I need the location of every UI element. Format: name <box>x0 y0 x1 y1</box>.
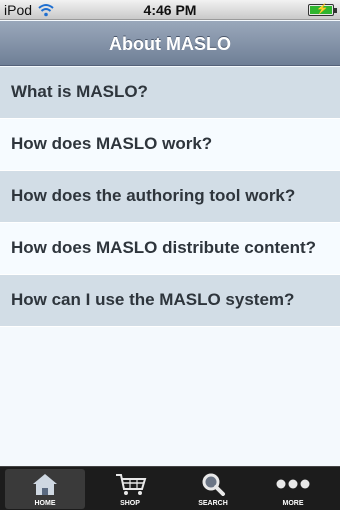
search-icon <box>202 473 225 496</box>
battery-icon: ⚡ <box>308 4 337 16</box>
list-item-label: How can I use the MASLO system? <box>11 290 295 309</box>
list-item-authoring-tool[interactable]: How does the authoring tool work? <box>0 171 340 223</box>
cart-icon <box>116 474 147 495</box>
list-item-label: What is MASLO? <box>11 82 148 101</box>
list-item-what-is-maslo[interactable]: What is MASLO? <box>0 67 340 119</box>
list-item-use-maslo-system[interactable]: How can I use the MASLO system? <box>0 275 340 327</box>
tab-more[interactable]: MORE <box>253 469 333 509</box>
more-icon <box>276 479 310 489</box>
tab-home[interactable]: HOME <box>5 469 85 509</box>
list-item-how-maslo-works[interactable]: How does MASLO work? <box>0 119 340 171</box>
page-title: About MASLO <box>109 34 231 54</box>
tab-search[interactable]: SEARCH <box>173 469 253 509</box>
tab-bar: HOME SHOP SEARCH MORE <box>0 466 340 510</box>
navigation-bar: About MASLO <box>0 21 340 66</box>
home-icon <box>33 474 57 495</box>
status-time: 4:46 PM <box>143 2 197 18</box>
faq-list: What is MASLO? How does MASLO work? How … <box>0 67 340 327</box>
tab-label: SHOP <box>120 500 140 507</box>
list-item-label: How does MASLO work? <box>11 134 213 153</box>
list-item-distribute-content[interactable]: How does MASLO distribute content? <box>0 223 340 275</box>
tab-label: SEARCH <box>198 500 228 507</box>
tab-shop[interactable]: SHOP <box>90 469 170 509</box>
list-item-label: How does MASLO distribute content? <box>11 238 317 257</box>
status-bar: iPod 4:46 PM ⚡ <box>0 0 340 20</box>
list-item-label: How does the authoring tool work? <box>11 186 296 205</box>
tab-label: MORE <box>282 500 304 507</box>
tab-label: HOME <box>34 500 56 507</box>
